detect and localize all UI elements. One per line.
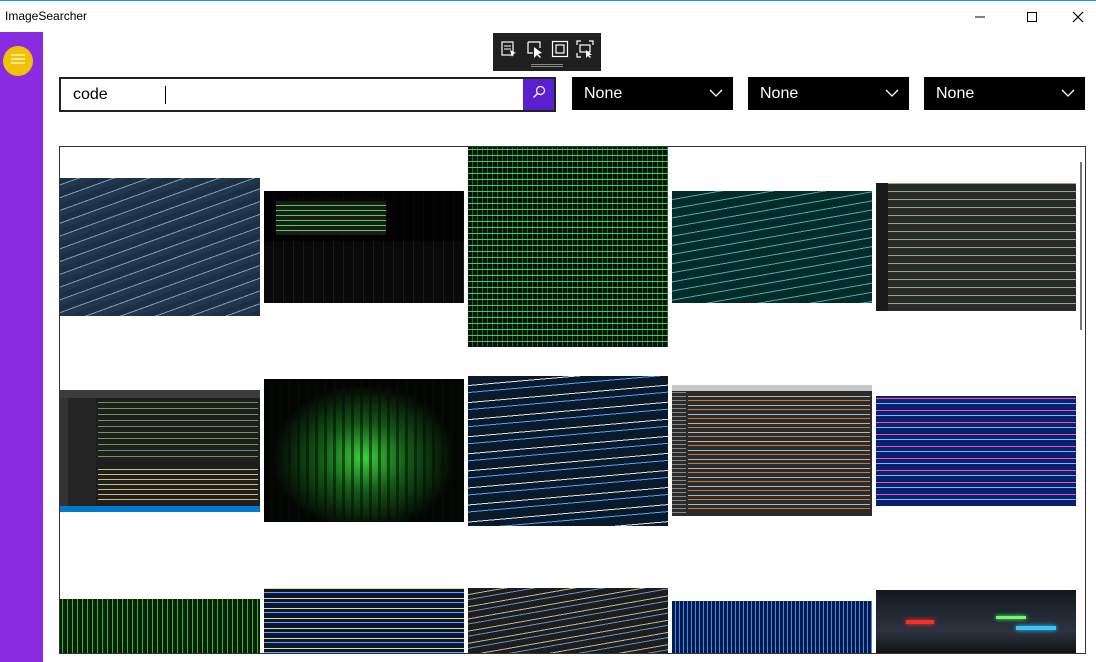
- filter-dropdown-2[interactable]: None: [748, 77, 909, 110]
- vertical-scrollbar[interactable]: [1080, 162, 1082, 330]
- editor-activity-bar: [60, 398, 68, 506]
- select-element-icon: [525, 39, 545, 59]
- result-thumbnail[interactable]: [876, 590, 1076, 653]
- result-thumbnail[interactable]: [60, 390, 260, 512]
- editor-sidebar: [68, 398, 96, 506]
- sidebar: [0, 32, 43, 662]
- select-element-button[interactable]: [525, 39, 545, 59]
- dropdown-value: None: [760, 85, 799, 102]
- editor-terminal: [98, 466, 258, 504]
- toolbar-grip[interactable]: [531, 64, 563, 67]
- result-thumbnail[interactable]: [876, 396, 1076, 506]
- result-thumbnail[interactable]: [60, 178, 260, 316]
- result-thumbnail[interactable]: [264, 379, 464, 522]
- red-saber: [906, 620, 934, 624]
- blue-saber: [1016, 626, 1056, 630]
- editor-code: [98, 402, 258, 462]
- ide-gutter: [672, 391, 686, 516]
- live-visual-tree-toolbar: [493, 33, 601, 71]
- editor-titlebar: [60, 390, 260, 398]
- search-input[interactable]: [61, 79, 523, 110]
- result-thumbnail[interactable]: [876, 183, 1076, 311]
- ide-menubar: [672, 385, 872, 391]
- chevron-down-icon: [709, 89, 723, 97]
- terminal-text: [276, 201, 386, 235]
- result-thumbnail[interactable]: [468, 147, 668, 347]
- app-select-button[interactable]: [499, 39, 519, 59]
- close-button[interactable]: [1055, 1, 1096, 32]
- maximize-icon: [1026, 11, 1038, 23]
- filter-dropdown-1[interactable]: None: [572, 77, 733, 110]
- chevron-down-icon: [1061, 89, 1075, 97]
- result-thumbnail[interactable]: [264, 191, 464, 303]
- search-box: [59, 77, 556, 112]
- window-title: ImageSearcher: [5, 9, 88, 23]
- minimize-icon: [974, 11, 986, 23]
- matrix-columns: [264, 379, 464, 522]
- close-icon: [1072, 11, 1084, 23]
- dropdown-value: None: [936, 85, 975, 102]
- result-thumbnail[interactable]: [672, 191, 872, 303]
- maximize-button[interactable]: [1009, 1, 1055, 32]
- display-layout-icon: [550, 39, 570, 59]
- editor-statusbar: [60, 506, 260, 512]
- result-thumbnail[interactable]: [672, 601, 872, 653]
- dropdown-value: None: [584, 85, 623, 102]
- result-thumbnail[interactable]: [672, 385, 872, 516]
- display-layout-button[interactable]: [550, 39, 570, 59]
- hamburger-icon: [11, 52, 25, 70]
- chevron-down-icon: [885, 89, 899, 97]
- line-gutter: [876, 183, 888, 311]
- result-thumbnail[interactable]: [468, 376, 668, 526]
- green-saber: [996, 616, 1026, 619]
- track-focus-icon: [575, 39, 595, 59]
- result-thumbnail[interactable]: [264, 588, 464, 653]
- search-icon: [532, 85, 546, 104]
- result-thumbnail[interactable]: [468, 588, 668, 653]
- menu-button[interactable]: [3, 46, 33, 76]
- text-caret: [165, 86, 166, 104]
- filter-dropdown-3[interactable]: None: [924, 77, 1085, 110]
- title-bar: ImageSearcher: [0, 0, 1096, 32]
- app-select-icon: [499, 39, 519, 59]
- ide-code: [688, 393, 870, 513]
- result-thumbnail[interactable]: [60, 599, 260, 653]
- search-button[interactable]: [523, 79, 554, 110]
- track-focus-button[interactable]: [575, 39, 595, 59]
- results-grid[interactable]: [59, 146, 1086, 654]
- minimize-button[interactable]: [957, 1, 1003, 32]
